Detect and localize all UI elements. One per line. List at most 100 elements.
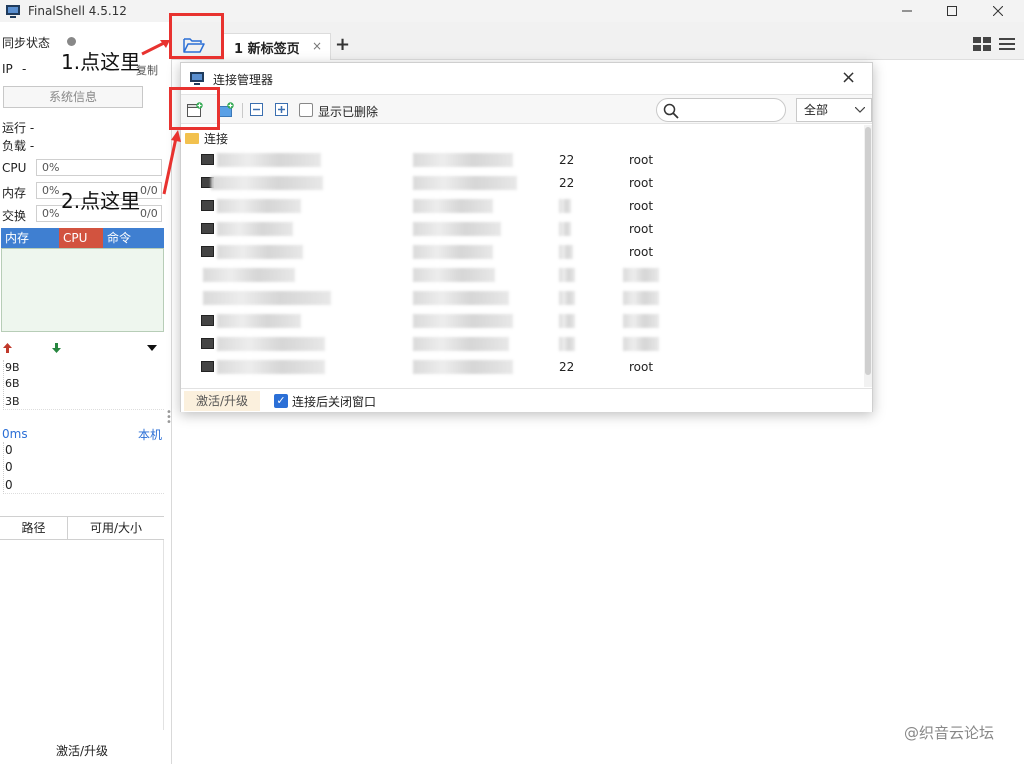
connection-row[interactable]: root: [181, 218, 863, 241]
tab-close-icon[interactable]: ×: [312, 39, 322, 53]
process-list: [1, 248, 164, 332]
redacted-name: [211, 176, 323, 190]
disk-column-path[interactable]: 路径: [0, 517, 68, 539]
search-input[interactable]: [656, 98, 786, 122]
connection-row[interactable]: [181, 310, 863, 333]
latency-line-3: 0: [5, 478, 13, 492]
latency-target[interactable]: 本机: [138, 426, 162, 443]
filter-select[interactable]: 全部: [796, 98, 872, 122]
show-deleted-checkbox[interactable]: [299, 103, 313, 117]
connection-row[interactable]: 22 root: [181, 356, 863, 379]
sync-status-dot: [67, 37, 76, 46]
redacted-host: [413, 360, 513, 374]
redacted-host: [413, 245, 493, 259]
connection-port: 22: [559, 153, 575, 167]
tab-new-tab[interactable]: 1 新标签页 ×: [223, 33, 331, 60]
terminal-icon: [201, 154, 214, 165]
activate-upgrade-link[interactable]: 激活/升级: [0, 742, 164, 759]
redacted-user: [623, 291, 659, 305]
sidebar-splitter-handle[interactable]: • • •: [166, 408, 172, 428]
upload-arrow-icon: [3, 343, 12, 353]
redacted-name: [217, 153, 321, 167]
connection-user: root: [629, 199, 654, 213]
new-folder-icon[interactable]: [218, 102, 234, 118]
tab-process-memory[interactable]: 内存: [1, 228, 59, 248]
network-scale-high: 9B: [5, 361, 20, 374]
redacted-host: [413, 199, 493, 213]
network-interface-dropdown-icon[interactable]: [147, 345, 157, 351]
connection-row[interactable]: 22 root: [181, 172, 863, 195]
tab-label: 1 新标签页: [234, 41, 300, 57]
terminal-icon: [201, 200, 214, 211]
highlight-box-step1: [169, 13, 224, 59]
dialog-toolbar: 显示已删除 全部: [181, 94, 872, 124]
connection-group[interactable]: 连接: [185, 129, 228, 147]
connection-row[interactable]: root: [181, 241, 863, 264]
scrollbar-thumb[interactable]: [865, 127, 871, 375]
connection-user: root: [629, 245, 654, 259]
minimize-icon: [902, 10, 912, 12]
redacted-host: [413, 291, 509, 305]
dialog-title-bar[interactable]: 连接管理器 ×: [181, 63, 872, 93]
highlight-box-step2: [169, 87, 220, 130]
add-tab-button[interactable]: +: [335, 34, 350, 55]
annotation-step2: 2.点这里: [61, 189, 141, 213]
redacted-name: [217, 199, 301, 213]
memory-label: 内存: [2, 186, 27, 200]
tab-process-cpu[interactable]: CPU: [59, 228, 103, 248]
connection-user: root: [629, 176, 654, 190]
search-icon: [663, 103, 679, 119]
uptime-label: 运行 -: [2, 121, 35, 135]
load-label: 负载 -: [2, 139, 35, 153]
redacted-user: [623, 337, 659, 351]
redacted-name: [203, 291, 331, 305]
disk-column-size[interactable]: 可用/大小: [68, 517, 164, 539]
network-scale-low: 3B: [5, 395, 20, 408]
title-bar: FinalShell 4.5.12: [0, 0, 1024, 22]
arrow-step2: [162, 130, 181, 195]
redacted-port: [559, 222, 571, 236]
close-window-button[interactable]: [975, 0, 1021, 22]
dialog-close-icon[interactable]: ×: [841, 67, 856, 88]
tab-process-command[interactable]: 命令: [103, 228, 164, 248]
process-tabs: 内存 CPU 命令: [1, 228, 164, 248]
connection-row[interactable]: [181, 333, 863, 356]
expand-all-icon[interactable]: [274, 102, 290, 118]
connection-row[interactable]: 22 root: [181, 149, 863, 172]
download-arrow-icon: [52, 343, 61, 353]
activate-upgrade-button[interactable]: 激活/升级: [184, 391, 260, 411]
arrow-step1: [141, 40, 170, 56]
latency-value: 0ms: [2, 427, 28, 441]
close-after-connect-checkbox[interactable]: ✓: [274, 394, 288, 408]
maximize-button[interactable]: [929, 0, 975, 22]
connection-row[interactable]: root: [181, 195, 863, 218]
disk-table-header: 路径 可用/大小: [0, 516, 164, 540]
network-header: [0, 342, 168, 356]
dialog-footer: 激活/升级 ✓ 连接后关闭窗口: [181, 388, 872, 412]
connection-row[interactable]: [181, 264, 863, 287]
latency-graph: [3, 442, 164, 494]
redacted-port: [559, 245, 573, 259]
terminal-icon: [201, 361, 214, 372]
annotation-step1: 1.点这里: [61, 50, 141, 74]
network-scale-mid: 6B: [5, 377, 20, 390]
dialog-title: 连接管理器: [213, 73, 274, 87]
connection-user: root: [629, 153, 654, 167]
network-graph: [3, 360, 164, 410]
monitor-sidebar: 同步状态 IP - 复制 系统信息 运行 - 负载 - CPU 0% 内存 0%…: [0, 22, 172, 764]
terminal-icon: [201, 338, 214, 349]
collapse-all-icon[interactable]: [249, 102, 265, 118]
connection-port: 22: [559, 176, 575, 190]
system-info-button[interactable]: 系统信息: [3, 86, 143, 108]
redacted-host: [413, 176, 517, 190]
close-after-connect-label: 连接后关闭窗口: [292, 395, 377, 409]
grid-layout-icon[interactable]: [973, 37, 991, 51]
connection-row[interactable]: [181, 287, 863, 310]
hamburger-menu-icon[interactable]: [999, 37, 1015, 51]
redacted-user: [623, 268, 659, 282]
redacted-name: [217, 360, 325, 374]
minimize-button[interactable]: [884, 0, 930, 22]
cpu-meter: 0%: [36, 159, 162, 176]
connection-list-scrollbar[interactable]: [864, 125, 872, 387]
watermark: @织音云论坛: [904, 724, 995, 742]
